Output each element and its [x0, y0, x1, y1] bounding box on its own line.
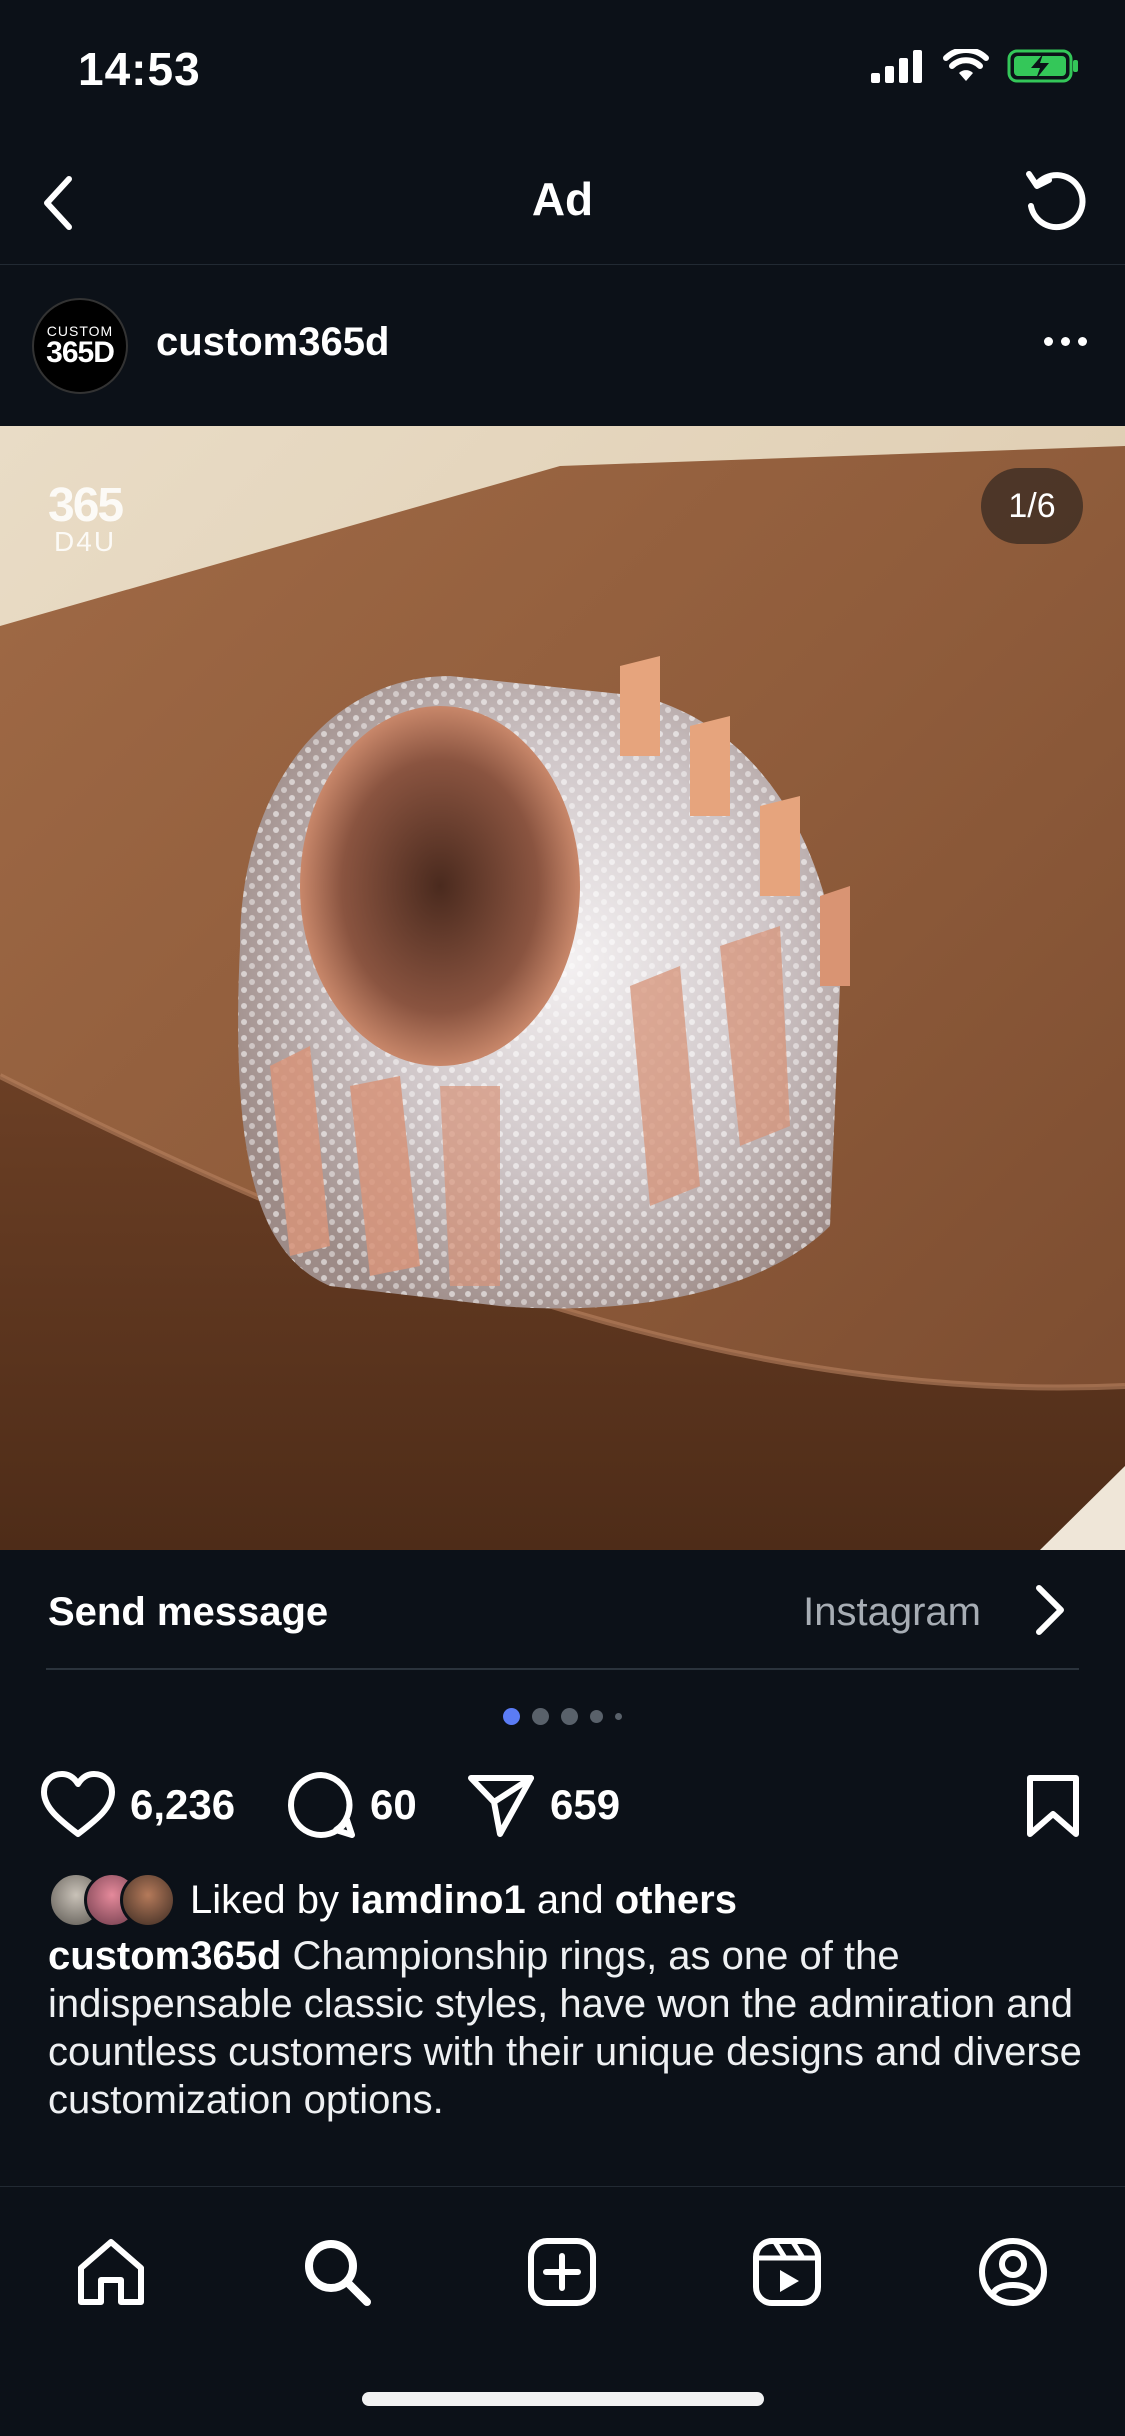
status-time: 14:53 — [78, 43, 201, 95]
carousel-dot — [503, 1707, 520, 1725]
comment-action[interactable]: 60 — [286, 1760, 417, 1850]
reels-icon — [753, 2238, 821, 2306]
caption-username[interactable]: custom365d — [48, 1934, 281, 1978]
avatar-logo-line2: 365D — [46, 336, 115, 369]
send-message-cta[interactable]: Send message Instagram — [0, 1550, 1125, 1668]
more-options-button[interactable] — [1035, 316, 1095, 366]
post-actions: 6,236 60 659 — [0, 1760, 1125, 1850]
tab-profile[interactable] — [968, 2227, 1058, 2317]
liked-by[interactable]: Liked by iamdino1 and others — [48, 1870, 737, 1930]
bookmark-icon — [1027, 1775, 1079, 1837]
tab-home[interactable] — [66, 2227, 156, 2317]
home-icon — [78, 2239, 144, 2305]
home-indicator — [362, 2392, 764, 2406]
carousel-dot — [532, 1707, 549, 1725]
cellular-signal-icon — [871, 50, 922, 83]
liked-by-user[interactable]: iamdino1 — [350, 1878, 526, 1922]
profile-icon — [979, 2238, 1047, 2306]
carousel-dot — [590, 1709, 603, 1723]
chevron-right-icon — [1025, 1582, 1075, 1638]
battery-charging-icon — [1007, 49, 1078, 83]
like-count: 6,236 — [130, 1781, 236, 1828]
post-image[interactable]: 365 D4U 1/6 — [0, 426, 1125, 1550]
share-icon — [468, 1775, 534, 1837]
heart-icon — [41, 1771, 115, 1837]
status-icons — [871, 48, 1081, 84]
tab-search[interactable] — [292, 2227, 382, 2317]
cta-label: Send message — [48, 1590, 329, 1634]
liked-by-text: Liked by iamdino1 and others — [190, 1877, 737, 1922]
wifi-icon — [943, 49, 989, 81]
tab-reels[interactable] — [742, 2227, 832, 2317]
post-username[interactable]: custom365d — [156, 320, 389, 365]
create-icon — [528, 2238, 596, 2306]
share-count: 659 — [550, 1781, 621, 1828]
page-title: Ad — [531, 173, 594, 225]
refresh-icon — [1026, 171, 1086, 231]
account-avatar[interactable]: CUSTOM 365D — [32, 298, 128, 394]
comment-count: 60 — [370, 1781, 417, 1828]
tab-create[interactable] — [517, 2227, 607, 2317]
status-bar: 14:53 — [0, 0, 1125, 140]
media-watermark: 365 D4U — [48, 479, 124, 557]
cta-source: Instagram — [803, 1590, 981, 1634]
save-button[interactable] — [1025, 1774, 1081, 1843]
refresh-button[interactable] — [1015, 162, 1095, 242]
cta-divider — [46, 1668, 1079, 1670]
liked-by-avatars — [48, 1872, 180, 1928]
carousel-dots — [0, 1706, 1125, 1726]
like-action[interactable]: 6,236 — [40, 1760, 235, 1850]
nav-header: Ad — [0, 140, 1125, 265]
ring-photo — [0, 426, 1125, 1550]
carousel-dot — [615, 1712, 622, 1720]
media-counter: 1/6 — [981, 468, 1083, 544]
liked-by-others[interactable]: others — [615, 1878, 737, 1922]
carousel-dot — [561, 1707, 578, 1725]
comment-icon — [288, 1772, 355, 1838]
more-horizontal-icon — [1043, 336, 1053, 346]
post-header: CUSTOM 365D custom365d — [0, 266, 1125, 426]
post-caption: custom365d Championship rings, as one of… — [48, 1932, 1088, 2124]
search-icon — [305, 2240, 371, 2306]
share-action[interactable]: 659 — [466, 1760, 620, 1850]
screen: 14:53 Ad CUSTOM 365D custom365d 365 D4U … — [0, 0, 1125, 2436]
avatar — [120, 1872, 176, 1928]
